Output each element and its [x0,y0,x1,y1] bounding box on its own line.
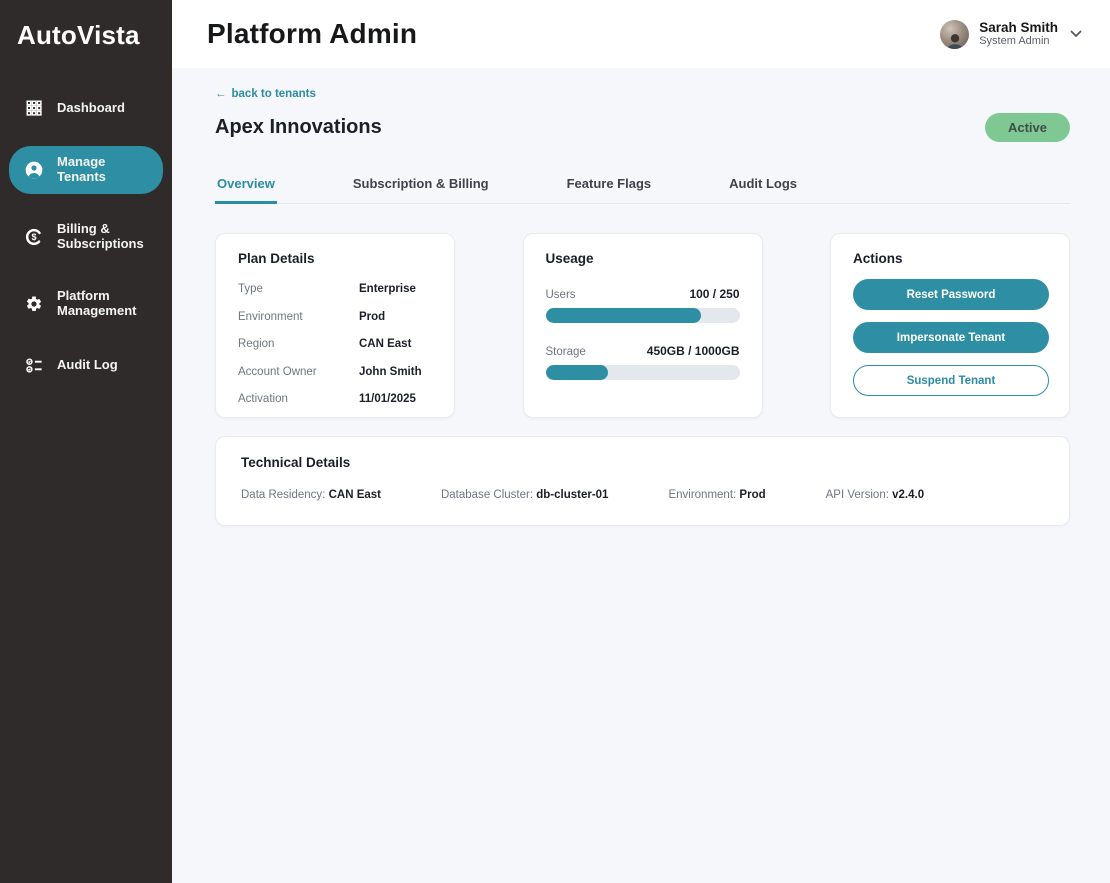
tech-item-api-version: API Version: v2.4.0 [826,489,924,501]
user-info: Sarah Smith System Admin [979,20,1058,48]
user-menu[interactable]: Sarah Smith System Admin [940,20,1082,49]
sidebar-item-label: Manage Tenants [57,155,157,185]
storage-progress-track [546,365,740,380]
plan-row-label: Environment [238,311,359,323]
back-link-label: back to tenants [232,88,316,100]
sidebar-item-audit-log[interactable]: Audit Log [9,347,163,385]
tab-overview[interactable]: Overview [215,176,277,204]
tech-item-environment: Environment: Prod [668,489,765,501]
users-progress-track [546,308,740,323]
overview-cards: Plan Details Type Enterprise Environment… [215,233,1070,418]
tech-value: db-cluster-01 [536,489,608,501]
users-meter: Users 100 / 250 [546,287,740,323]
tenant-name: Apex Innovations [215,116,382,139]
meter-value: 100 / 250 [689,287,739,301]
sidebar-item-billing-subscriptions[interactable]: $ Billing & Subscriptions [9,213,163,261]
plan-row: Activation 11/01/2025 [238,393,432,405]
plan-row: Environment Prod [238,311,432,323]
top-header: Platform Admin Sarah Smith System Admin [172,0,1110,68]
tab-bar: Overview Subscription & Billing Feature … [215,176,1070,204]
billing-gauge-icon: $ [24,227,44,247]
tab-feature-flags[interactable]: Feature Flags [565,176,654,204]
plan-row-label: Region [238,338,359,350]
plan-row-label: Type [238,283,359,295]
card-title: Actions [853,251,1047,266]
avatar [940,20,969,49]
plan-row-label: Account Owner [238,366,359,378]
users-progress-fill [546,308,701,323]
person-circle-icon [24,160,44,180]
plan-row-value: CAN East [359,338,411,350]
status-badge: Active [985,113,1070,142]
tech-label: Database Cluster: [441,489,533,501]
tab-audit-logs[interactable]: Audit Logs [727,176,799,204]
actions-card: Actions Reset Password Impersonate Tenan… [830,233,1070,418]
technical-details-card: Technical Details Data Residency: CAN Ea… [215,436,1070,526]
svg-text:$: $ [31,232,36,242]
storage-meter: Storage 450GB / 1000GB [546,344,740,380]
sidebar-item-dashboard[interactable]: Dashboard [9,89,163,127]
card-title: Plan Details [238,251,432,266]
technical-items: Data Residency: CAN East Database Cluste… [241,489,1044,501]
tech-value: v2.4.0 [892,489,924,501]
tech-value: CAN East [329,489,381,501]
sidebar-item-manage-tenants[interactable]: Manage Tenants [9,146,163,194]
suspend-tenant-button[interactable]: Suspend Tenant [853,365,1049,396]
meter-label: Storage [546,346,586,358]
brand-logo: AutoVista [0,0,172,65]
checklist-icon [24,356,44,376]
plan-row-value: Enterprise [359,283,416,295]
chevron-down-icon [1070,30,1082,38]
sidebar-item-platform-management[interactable]: Platform Management [9,280,163,328]
plan-details-rows: Type Enterprise Environment Prod Region … [238,283,432,405]
plan-row-value: John Smith [359,366,422,378]
plan-row: Account Owner John Smith [238,366,432,378]
meter-label: Users [546,289,576,301]
card-title: Useage [546,251,740,266]
main-content: ← back to tenants Apex Innovations Activ… [172,68,1110,883]
gear-icon [24,294,44,314]
tech-label: API Version: [826,489,889,501]
tech-label: Environment: [668,489,736,501]
tech-item-database-cluster: Database Cluster: db-cluster-01 [441,489,608,501]
sidebar: AutoVista Dashboard [0,0,172,883]
plan-details-card: Plan Details Type Enterprise Environment… [215,233,455,418]
tab-subscription-billing[interactable]: Subscription & Billing [351,176,491,204]
sidebar-item-label: Dashboard [57,101,125,116]
plan-row-label: Activation [238,393,359,405]
tech-label: Data Residency: [241,489,325,501]
storage-progress-fill [546,365,608,380]
meter-value: 450GB / 1000GB [647,344,740,358]
plan-row: Type Enterprise [238,283,432,295]
reset-password-button[interactable]: Reset Password [853,279,1049,310]
sidebar-item-label: Platform Management [57,289,136,319]
tenant-title-row: Apex Innovations Active [215,113,1070,142]
page-title: Platform Admin [207,18,417,50]
plan-row-value: 11/01/2025 [359,393,416,405]
actions-list: Reset Password Impersonate Tenant Suspen… [853,279,1047,396]
tech-item-data-residency: Data Residency: CAN East [241,489,381,501]
sidebar-nav: Dashboard Manage Tenants $ [0,89,172,385]
card-title: Technical Details [241,455,1044,470]
plan-row: Region CAN East [238,338,432,350]
sidebar-item-label: Billing & Subscriptions [57,222,144,252]
impersonate-tenant-button[interactable]: Impersonate Tenant [853,322,1049,353]
tech-value: Prod [739,489,765,501]
arrow-left-icon: ← [215,88,227,100]
user-name: Sarah Smith [979,20,1058,36]
usage-card: Useage Users 100 / 250 Storage 450GB / 1… [523,233,763,418]
sidebar-item-label: Audit Log [57,358,118,373]
plan-row-value: Prod [359,311,385,323]
back-to-tenants-link[interactable]: ← back to tenants [215,88,316,100]
user-role: System Admin [979,35,1058,48]
grid-icon [24,98,44,118]
